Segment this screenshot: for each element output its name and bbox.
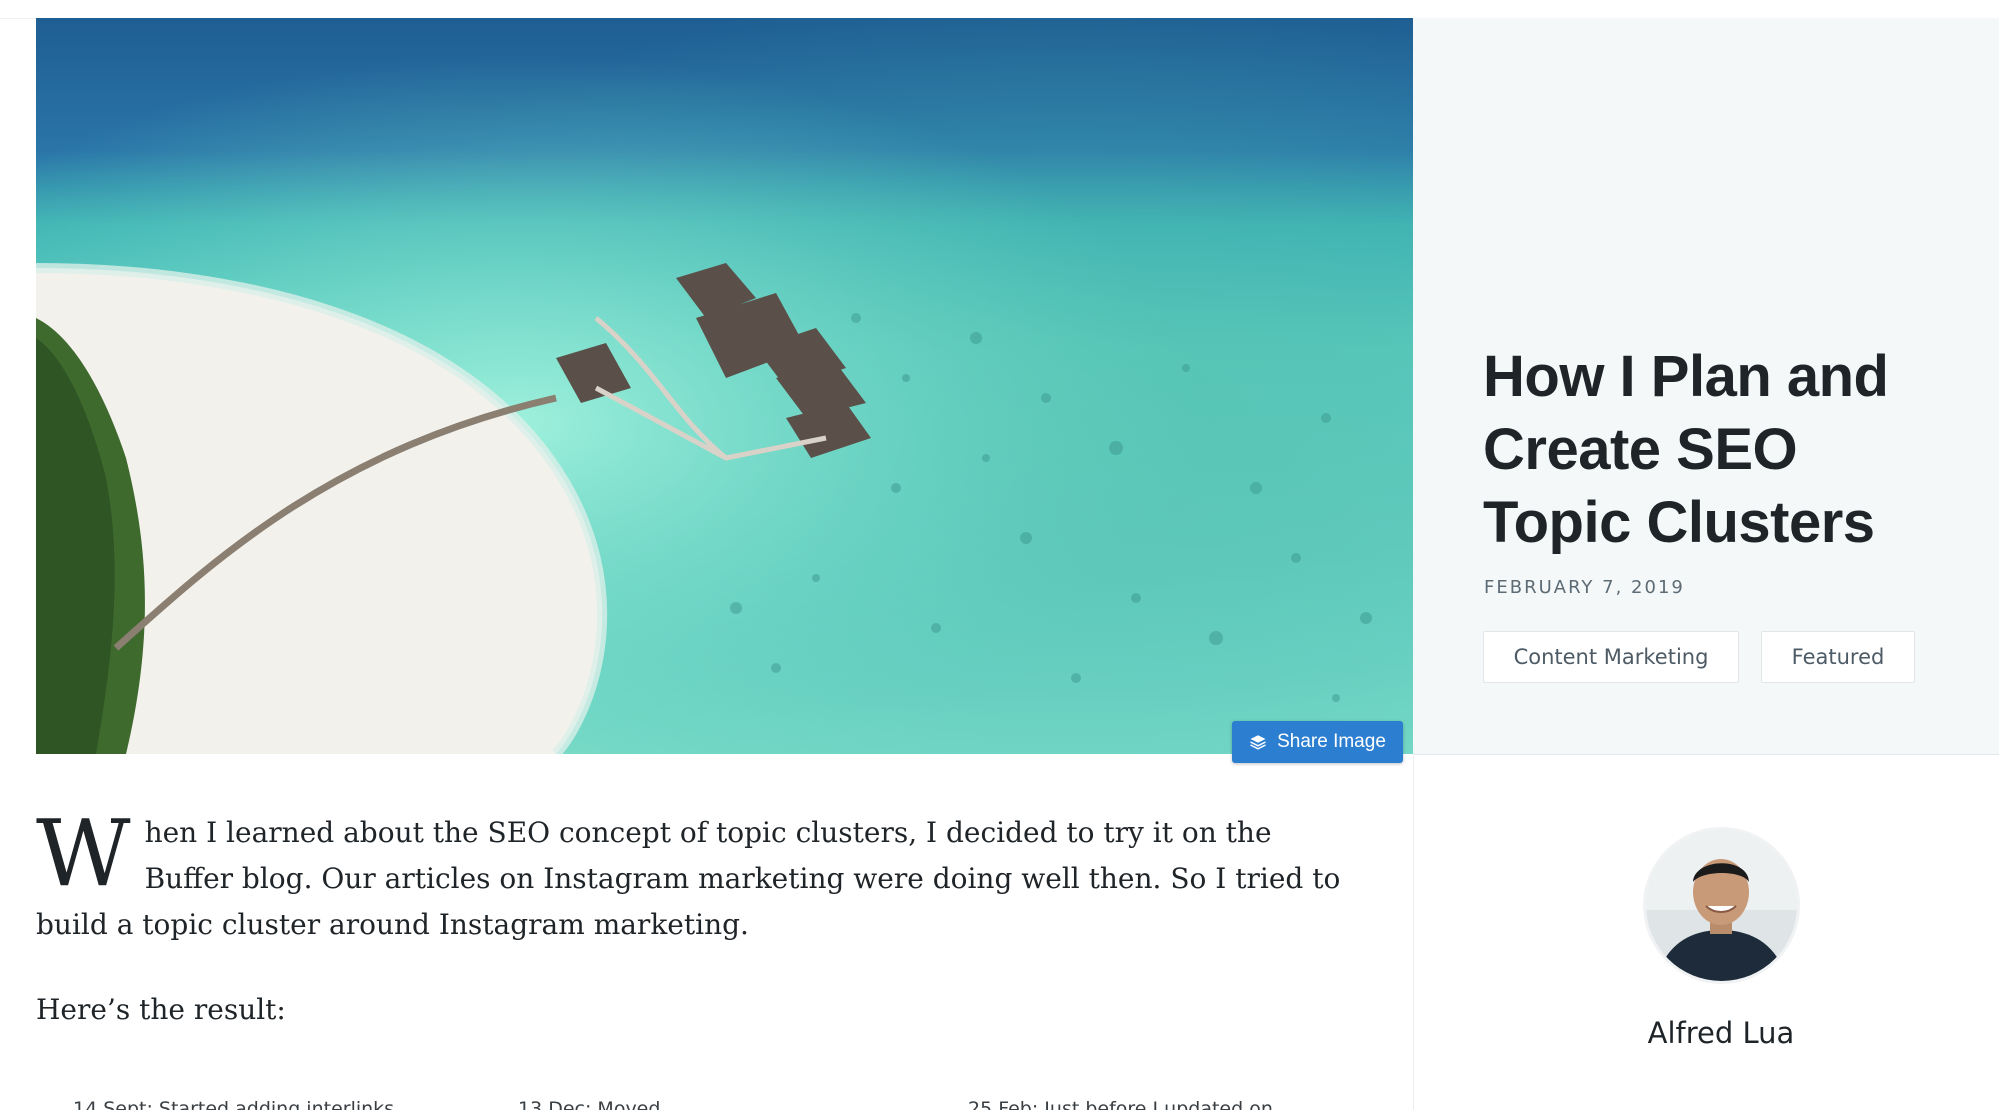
article-body: When I learned about the SEO concept of … [36, 800, 1346, 948]
result-intro: Here’s the result: [36, 993, 286, 1026]
tag-content-marketing[interactable]: Content Marketing [1483, 631, 1739, 683]
layers-icon [1250, 735, 1266, 750]
column-divider [1413, 755, 1414, 1110]
post-date: FEBRUARY 7, 2019 [1484, 577, 1685, 598]
share-image-button[interactable]: Share Image [1232, 721, 1403, 763]
chart-annotation: 25 Feb: Just before I updated on [968, 1098, 1273, 1110]
lead-text: hen I learned about the SEO concept of t… [36, 816, 1341, 941]
author-avatar[interactable] [1643, 827, 1800, 984]
lead-paragraph: When I learned about the SEO concept of … [36, 800, 1346, 948]
post-title: How I Plan and Create SEO Topic Clusters [1483, 344, 1889, 555]
drop-cap: W [36, 800, 131, 907]
author-name[interactable]: Alfred Lua [1413, 1016, 1999, 1050]
hero-image [36, 18, 1413, 754]
share-image-label: Share Image [1277, 731, 1386, 752]
tag-featured[interactable]: Featured [1761, 631, 1915, 683]
chart-annotation: 13 Dec: Moved [518, 1098, 661, 1110]
top-bar [0, 0, 1999, 19]
chart-preview: 14 Sept: Started adding interlinks 13 De… [36, 1088, 1356, 1110]
chart-annotation: 14 Sept: Started adding interlinks [73, 1098, 395, 1110]
